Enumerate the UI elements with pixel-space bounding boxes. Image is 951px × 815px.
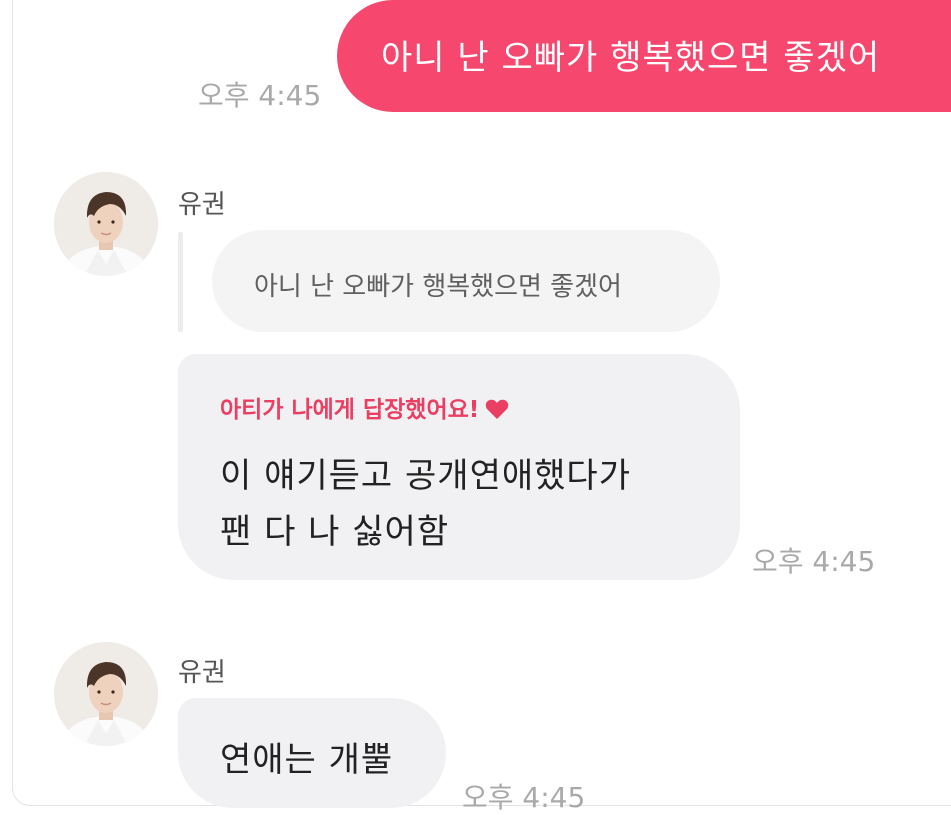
sent-message-bubble[interactable]: 아니 난 오빠가 행복했으면 좋겠어 bbox=[337, 0, 951, 112]
reply-header: 아티가 나에게 답장했어요! bbox=[220, 390, 509, 426]
quoted-message-text: 아니 난 오빠가 행복했으면 좋겠어 bbox=[254, 272, 622, 302]
chat-screen: 오후 4:45 아니 난 오빠가 행복했으면 좋겠어 유권 아니 난 오빠가 행… bbox=[0, 0, 951, 815]
reply-message-time: 오후 4:45 bbox=[752, 545, 876, 578]
received-message-time: 오후 4:45 bbox=[462, 781, 586, 814]
reply-message-bubble[interactable]: 아티가 나에게 답장했어요! 이 얘기듣고 공개연애했다가 팬 다 나 싫어함 bbox=[178, 354, 740, 580]
received-message-bubble[interactable]: 연애는 개뿔 bbox=[178, 698, 446, 808]
reply-message-text: 이 얘기듣고 공개연애했다가 팬 다 나 싫어함 bbox=[220, 448, 631, 560]
reply-line-2: 팬 다 나 싫어함 bbox=[220, 512, 450, 552]
sent-message-time: 오후 4:45 bbox=[198, 79, 322, 112]
heart-icon bbox=[485, 398, 509, 426]
sender-name: 유권 bbox=[178, 658, 226, 688]
sender-name: 유권 bbox=[178, 190, 226, 220]
avatar-image bbox=[54, 172, 158, 276]
received-message-text: 연애는 개뿔 bbox=[220, 740, 394, 780]
sender-avatar[interactable] bbox=[54, 172, 158, 276]
quoted-message-bubble[interactable]: 아니 난 오빠가 행복했으면 좋겠어 bbox=[212, 230, 720, 332]
avatar-image bbox=[54, 642, 158, 746]
sent-message-text: 아니 난 오빠가 행복했으면 좋겠어 bbox=[381, 38, 881, 78]
quote-indicator-bar bbox=[178, 232, 183, 332]
reply-line-1: 이 얘기듣고 공개연애했다가 bbox=[220, 456, 631, 496]
sender-avatar[interactable] bbox=[54, 642, 158, 746]
reply-header-text: 아티가 나에게 답장했어요! bbox=[220, 397, 480, 423]
